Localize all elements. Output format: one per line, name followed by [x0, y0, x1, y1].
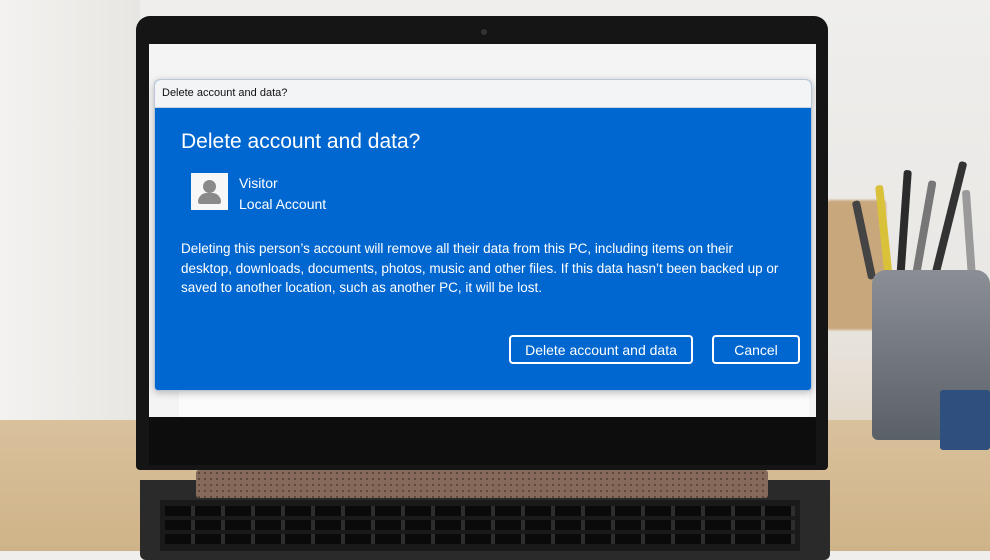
laptop-screen: Delete account and data? Delete account …	[149, 44, 816, 417]
background-wall	[0, 0, 140, 430]
background-book	[940, 390, 990, 450]
delete-account-dialog: Delete account and data? Delete account …	[154, 79, 812, 391]
dialog-title-bar[interactable]: Delete account and data?	[155, 80, 811, 108]
keyboard-keys-row	[165, 506, 795, 516]
cancel-button[interactable]: Cancel	[712, 335, 800, 364]
background-pens	[850, 150, 990, 281]
user-silhouette-icon	[191, 173, 228, 210]
delete-account-button[interactable]: Delete account and data	[509, 335, 693, 364]
avatar-head	[203, 180, 216, 193]
keyboard-keys-row	[165, 520, 795, 530]
keyboard-keys-row	[165, 534, 795, 544]
avatar-body	[198, 193, 221, 204]
laptop-hinge-speaker	[196, 470, 768, 498]
dialog-heading: Delete account and data?	[181, 130, 421, 153]
dialog-title-bar-text: Delete account and data?	[162, 87, 288, 99]
webcam-icon	[481, 29, 487, 35]
account-type: Local Account	[239, 196, 327, 212]
screen-bezel-bottom	[149, 417, 816, 465]
account-name: Visitor	[239, 175, 278, 191]
dialog-message: Deleting this person’s account will remo…	[181, 241, 779, 295]
